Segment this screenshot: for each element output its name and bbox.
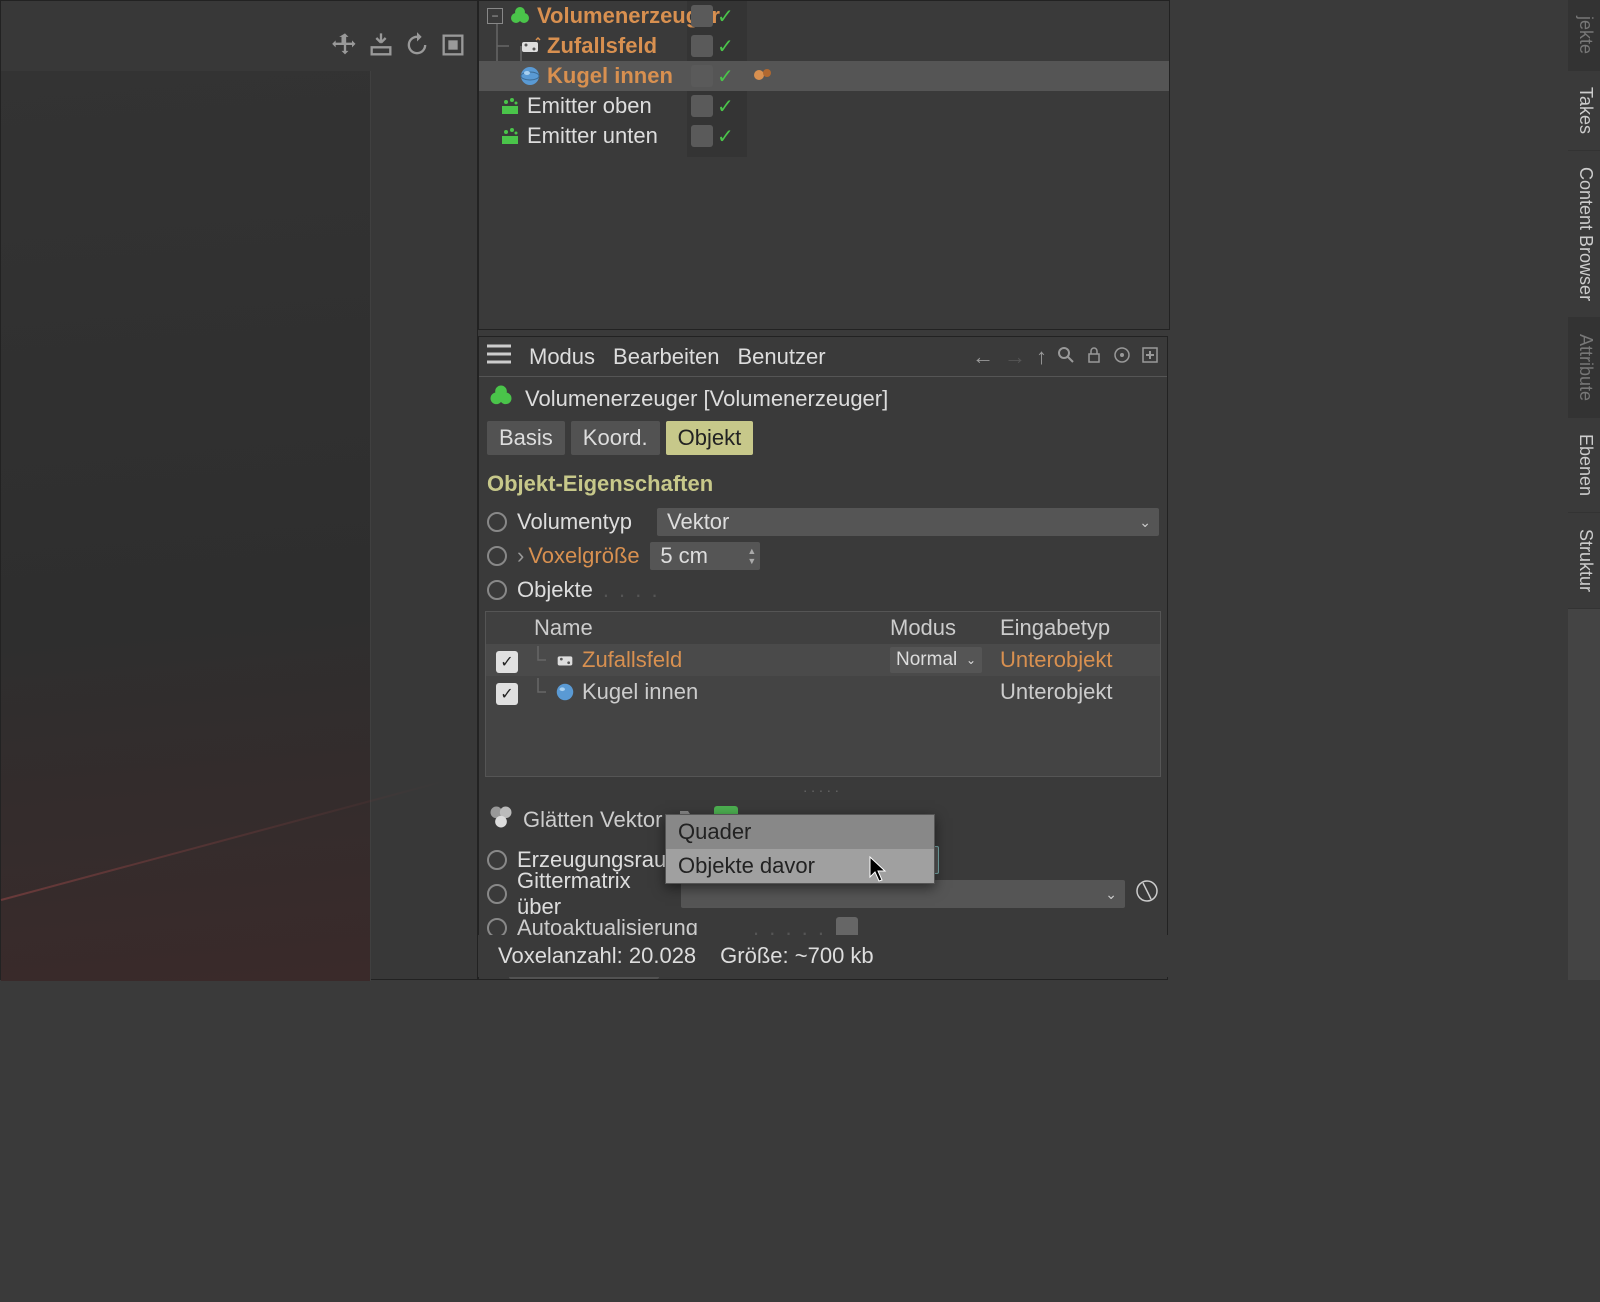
status-bar: Voxelanzahl: 20.028 Größe: ~700 kb [478, 935, 1168, 977]
cursor-icon [868, 856, 890, 884]
enabled-check-icon[interactable]: ✓ [717, 124, 734, 149]
dots-decoration: . . . . [603, 577, 660, 603]
resize-handle[interactable]: ..... [479, 777, 1167, 797]
col-header-eingabetyp[interactable]: Eingabetyp [1000, 615, 1160, 641]
menu-benutzer[interactable]: Benutzer [737, 344, 825, 370]
hamburger-icon[interactable] [487, 344, 511, 370]
side-tab-takes[interactable]: Takes [1568, 71, 1600, 151]
tree-item-kugel-innen[interactable]: Kugel innen ✓ [479, 61, 1169, 91]
objects-table: Name Modus Eingabetyp ✓ Zufallsfeld Norm… [485, 611, 1161, 777]
chevron-down-icon: ⌄ [1139, 514, 1151, 531]
rotate-icon[interactable] [403, 31, 431, 65]
tree-item-label: Zufallsfeld [547, 33, 1169, 59]
sphere-icon [517, 63, 543, 89]
enabled-check-icon[interactable]: ✓ [717, 4, 734, 29]
side-tab-objekte[interactable]: jekte [1568, 0, 1600, 71]
row-checkbox[interactable]: ✓ [496, 683, 518, 705]
visibility-toggle[interactable] [691, 125, 713, 147]
forward-icon[interactable]: → [1004, 344, 1026, 370]
filter-icon[interactable] [487, 803, 515, 837]
chevron-down-icon: ⌄ [1105, 886, 1117, 903]
tab-koord[interactable]: Koord. [571, 421, 660, 455]
volume-builder-icon [507, 3, 533, 29]
add-icon[interactable] [1141, 344, 1159, 370]
row-type: Unterobjekt [1000, 647, 1160, 673]
emitter-icon [497, 123, 523, 149]
row-type: Unterobjekt [1000, 679, 1160, 705]
object-title: Volumenerzeuger [Volumenerzeuger] [525, 386, 888, 412]
gittermatrix-link-field[interactable]: ⌄ [681, 880, 1125, 908]
random-field-icon [517, 33, 543, 59]
side-tab-attribute[interactable]: Attribute [1568, 318, 1600, 418]
tree-item-label: Volumenerzeuger [537, 3, 1169, 29]
side-tab-ebenen[interactable]: Ebenen [1568, 418, 1600, 513]
up-icon[interactable]: ↑ [1036, 344, 1047, 370]
mode-dropdown[interactable]: Normal ⌄ [890, 647, 982, 673]
prop-label-gittermatrix: Gittermatrix über [517, 868, 671, 920]
expand-icon[interactable]: › [517, 543, 524, 569]
enabled-check-icon[interactable]: ✓ [717, 94, 734, 119]
visibility-toggle[interactable] [691, 65, 713, 87]
col-header-name[interactable]: Name [526, 615, 890, 641]
dropdown-option-quader[interactable]: Quader [666, 815, 934, 849]
target-icon[interactable] [1113, 344, 1131, 370]
visibility-toggle[interactable] [691, 5, 713, 27]
side-tab-content-browser[interactable]: Content Browser [1568, 151, 1600, 318]
row-name: Zufallsfeld [582, 647, 682, 673]
tag-area[interactable] [751, 63, 775, 87]
collapse-icon[interactable]: − [487, 8, 503, 24]
row-checkbox[interactable]: ✓ [496, 651, 518, 673]
lock-icon[interactable] [1085, 344, 1103, 370]
link-target-icon[interactable] [1135, 879, 1159, 909]
move-icon[interactable] [331, 31, 359, 65]
status-voxel-count: Voxelanzahl: 20.028 [498, 943, 696, 969]
anim-radio[interactable] [487, 580, 507, 600]
prop-label-voxelgroesse: Voxelgröße [528, 543, 640, 569]
prop-label-objekte: Objekte [517, 577, 593, 603]
tree-item-emitter-oben[interactable]: Emitter oben ✓ [479, 91, 1169, 121]
emitter-icon [497, 93, 523, 119]
anim-radio[interactable] [487, 512, 507, 532]
tree-item-emitter-unten[interactable]: Emitter unten ✓ [479, 121, 1169, 151]
tab-basis[interactable]: Basis [487, 421, 565, 455]
side-tabs: jekte Takes Content Browser Attribute Eb… [1568, 0, 1600, 980]
viewport-render-area[interactable] [1, 71, 371, 981]
visibility-toggle[interactable] [691, 35, 713, 57]
anim-radio[interactable] [487, 884, 507, 904]
tree-item-label: Emitter unten [527, 123, 1169, 149]
enabled-check-icon[interactable]: ✓ [717, 64, 734, 89]
viewport-panel [0, 0, 478, 980]
row-name: Kugel innen [582, 679, 698, 705]
frame-icon[interactable] [439, 31, 467, 65]
anim-radio[interactable] [487, 850, 507, 870]
menu-modus[interactable]: Modus [529, 344, 595, 370]
table-row[interactable]: ✓ Kugel innen Unterobjekt [486, 676, 1160, 708]
search-icon[interactable] [1057, 344, 1075, 370]
visibility-toggle[interactable] [691, 95, 713, 117]
glaetten-label: Glätten Vektor [523, 807, 662, 833]
anim-radio[interactable] [487, 546, 507, 566]
table-row[interactable]: ✓ Zufallsfeld Normal ⌄ Unterobjekt [486, 644, 1160, 676]
prop-label-volumentyp: Volumentyp [517, 509, 647, 535]
status-size: Größe: ~700 kb [720, 943, 873, 969]
enabled-check-icon[interactable]: ✓ [717, 34, 734, 59]
tree-item-label: Kugel innen [547, 63, 1169, 89]
section-title: Objekt-Eigenschaften [479, 463, 1167, 505]
camera-icon[interactable] [367, 31, 395, 65]
object-tree-panel: − Volumenerzeuger ✓ Zufallsfeld ✓ Kugel … [478, 0, 1170, 330]
tree-item-zufallsfeld[interactable]: Zufallsfeld ✓ [479, 31, 1169, 61]
col-header-modus[interactable]: Modus [890, 615, 1000, 641]
menu-bearbeiten[interactable]: Bearbeiten [613, 344, 719, 370]
tab-objekt[interactable]: Objekt [666, 421, 754, 455]
back-icon[interactable]: ← [972, 344, 994, 370]
voxelgroesse-input[interactable]: 5 cm ▲▼ [650, 542, 760, 570]
volumentyp-dropdown[interactable]: Vektor ⌄ [657, 508, 1159, 536]
tree-item-volumenerzeuger[interactable]: − Volumenerzeuger ✓ [479, 1, 1169, 31]
side-tab-struktur[interactable]: Struktur [1568, 513, 1600, 609]
volume-builder-icon [487, 382, 515, 416]
dropdown-popup: Quader Objekte davor [665, 814, 935, 884]
tree-item-label: Emitter oben [527, 93, 1169, 119]
dropdown-option-objekte-davor[interactable]: Objekte davor [666, 849, 934, 883]
